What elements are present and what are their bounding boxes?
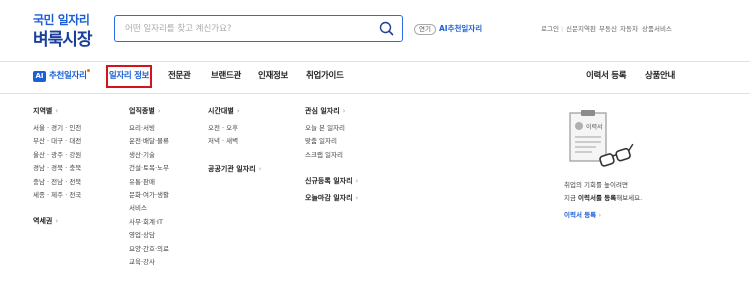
menu-new-jobs-title[interactable]: 신규등록 일자리 ›: [305, 176, 358, 186]
nav-job-info[interactable]: 일자리 정보: [106, 65, 152, 88]
ai-recommend-link[interactable]: AI추천일자리: [439, 24, 482, 34]
menu-region-item[interactable]: 부산 · 대구 · 대전: [33, 137, 81, 146]
nav-ai-recommend[interactable]: 추천일자리: [49, 71, 87, 82]
header-divider: [0, 61, 750, 62]
nav-career-guide[interactable]: 취업가이드: [306, 71, 344, 82]
login-link[interactable]: 로그인: [541, 24, 559, 34]
nav-specialty[interactable]: 전문관: [168, 71, 191, 82]
menu-industry-item[interactable]: 생산·기술: [129, 151, 155, 160]
search-input[interactable]: [125, 21, 365, 36]
resume-doc-label: 이력서: [586, 123, 603, 131]
util-separator: |: [594, 25, 597, 33]
search-box: [114, 15, 403, 42]
menu-industry-item[interactable]: 영업·상담: [129, 231, 155, 240]
menu-public-title[interactable]: 공공기관 일자리 ›: [208, 164, 261, 174]
search-icon[interactable]: [379, 21, 394, 36]
logo-line2[interactable]: 벼룩시장: [33, 25, 93, 50]
promo-resume-link[interactable]: 이력서 등록 ›: [564, 211, 601, 220]
menu-time-title[interactable]: 시간대별 ›: [208, 106, 240, 116]
promo-line2: 지금 이력서를 등록해보세요.: [564, 194, 643, 202]
ai-icon[interactable]: AI: [33, 71, 46, 82]
ai-badge: 연기: [414, 24, 436, 35]
menu-interest-title[interactable]: 관심 일자리 ›: [305, 106, 345, 116]
menu-region-item[interactable]: 울산 · 광주 · 강원: [33, 151, 81, 160]
menu-region-item[interactable]: 충남 · 전남 · 전북: [33, 178, 81, 187]
menu-region-item[interactable]: 경남 · 경북 · 충북: [33, 164, 81, 173]
nav-divider: [0, 93, 750, 94]
util-separator: |: [561, 25, 564, 33]
product-service-link[interactable]: 상품서비스: [642, 24, 672, 34]
menu-interest-item[interactable]: 오늘 본 일자리: [305, 124, 345, 133]
menu-industry-item[interactable]: 서비스: [129, 204, 147, 213]
menu-region-item[interactable]: 서울 · 경기 · 인천: [33, 124, 81, 133]
menu-industry-item[interactable]: 요리·서빙: [129, 124, 155, 133]
menu-industry-item[interactable]: 건설·토목·노무: [129, 164, 169, 173]
menu-region-title[interactable]: 지역별 ›: [33, 106, 58, 116]
resume-illustration-icon: 이력서: [569, 110, 634, 167]
menu-time-item[interactable]: 오전 · 오후: [208, 124, 238, 133]
menu-station-title[interactable]: 역세권 ›: [33, 216, 58, 226]
nav-brand[interactable]: 브랜드관: [211, 71, 241, 82]
menu-industry-item[interactable]: 사무·회계·IT: [129, 218, 163, 227]
util-separator: |: [636, 25, 639, 33]
menu-industry-item[interactable]: 교육·강사: [129, 258, 155, 267]
nav-resume-register[interactable]: 이력서 등록: [586, 71, 627, 82]
menu-industry-item[interactable]: 요양·간호·의료: [129, 245, 169, 254]
nav-product-info[interactable]: 상품안내: [645, 71, 675, 82]
menu-interest-item[interactable]: 스크랩 일자리: [305, 151, 343, 160]
newspaper-region-link[interactable]: 신문지역판: [566, 24, 596, 34]
menu-interest-item[interactable]: 맞춤 일자리: [305, 137, 337, 146]
menu-industry-item[interactable]: 문화·여가·생활: [129, 191, 169, 200]
menu-time-item[interactable]: 저녁 · 새벽: [208, 137, 238, 146]
promo-line2-bold: 이력서를 등록: [578, 194, 617, 202]
menu-industry-item[interactable]: 운전·배달·물류: [129, 137, 169, 146]
menu-region-item[interactable]: 세종 · 제주 · 전국: [33, 191, 81, 200]
nav-talent[interactable]: 인재정보: [258, 71, 288, 82]
new-dot-icon: [87, 69, 90, 72]
promo-line1: 취업의 기회를 높이려면: [564, 181, 628, 189]
util-separator: |: [615, 25, 618, 33]
menu-industry-title[interactable]: 업직종별 ›: [129, 106, 161, 116]
menu-closing-title[interactable]: 오늘마감 일자리 ›: [305, 193, 358, 203]
menu-industry-item[interactable]: 유통·판매: [129, 178, 155, 187]
